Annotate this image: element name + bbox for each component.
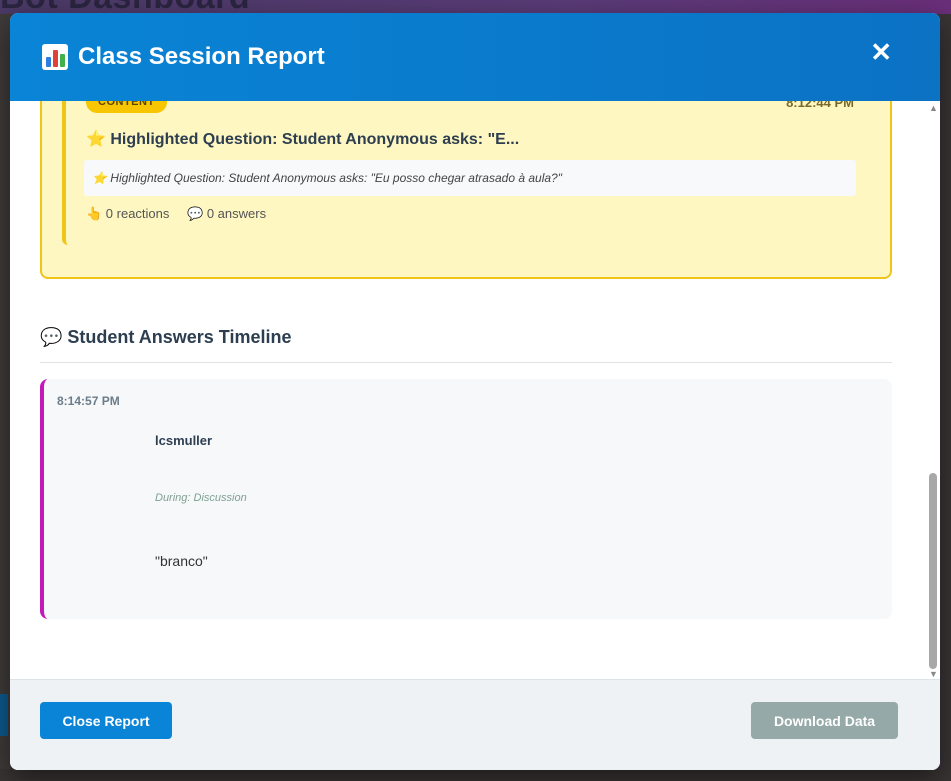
reactions-count: 👆 0 reactions — [86, 206, 170, 221]
modal-title: Class Session Report — [78, 43, 325, 70]
highlighted-question-card: CONTENT 8:12:44 PM ⭐ Highlighted Questio… — [40, 101, 892, 279]
scrollbar[interactable]: ▲ ▼ — [926, 101, 940, 679]
answer-time: 8:14:57 PM — [57, 394, 120, 408]
background-right-edge — [941, 14, 951, 781]
download-data-button[interactable]: Download Data — [751, 702, 898, 739]
bar-chart-icon — [42, 44, 68, 70]
section-divider — [40, 362, 892, 363]
answer-text: "branco" — [155, 553, 208, 569]
highlighted-title: ⭐ Highlighted Question: Student Anonymou… — [86, 131, 520, 148]
background-button-edge — [0, 694, 8, 736]
answer-username: lcsmuller — [155, 433, 213, 448]
report-modal: Class Session Report ✕ CONTENT 8:12:44 P… — [10, 13, 940, 770]
modal-footer: Close Report Download Data — [10, 679, 940, 770]
scrollbar-thumb[interactable] — [929, 473, 937, 669]
highlighted-question-inner: CONTENT 8:12:44 PM ⭐ Highlighted Questio… — [62, 101, 862, 245]
modal-header: Class Session Report ✕ — [10, 13, 940, 101]
answer-card: 8:14:57 PM lcsmuller During: Discussion … — [40, 379, 892, 619]
highlighted-time: 8:12:44 PM — [786, 101, 854, 110]
background-header: Bot Dashboard — [0, 0, 951, 16]
answers-count: 💬 0 answers — [187, 206, 267, 221]
scroll-down-arrow-icon[interactable]: ▼ — [929, 669, 938, 679]
background-bottom-edge — [0, 769, 951, 781]
close-icon[interactable]: ✕ — [870, 39, 892, 65]
highlighted-meta: 👆 0 reactions 💬 0 answers — [86, 206, 280, 222]
content-badge: CONTENT — [86, 101, 167, 113]
modal-body[interactable]: CONTENT 8:12:44 PM ⭐ Highlighted Questio… — [10, 101, 940, 679]
highlighted-quote: ⭐ Highlighted Question: Student Anonymou… — [84, 160, 856, 196]
scroll-up-arrow-icon[interactable]: ▲ — [929, 103, 938, 113]
answer-phase: During: Discussion — [155, 492, 247, 504]
timeline-title: 💬 Student Answers Timeline — [40, 327, 292, 347]
close-report-button[interactable]: Close Report — [40, 702, 172, 739]
